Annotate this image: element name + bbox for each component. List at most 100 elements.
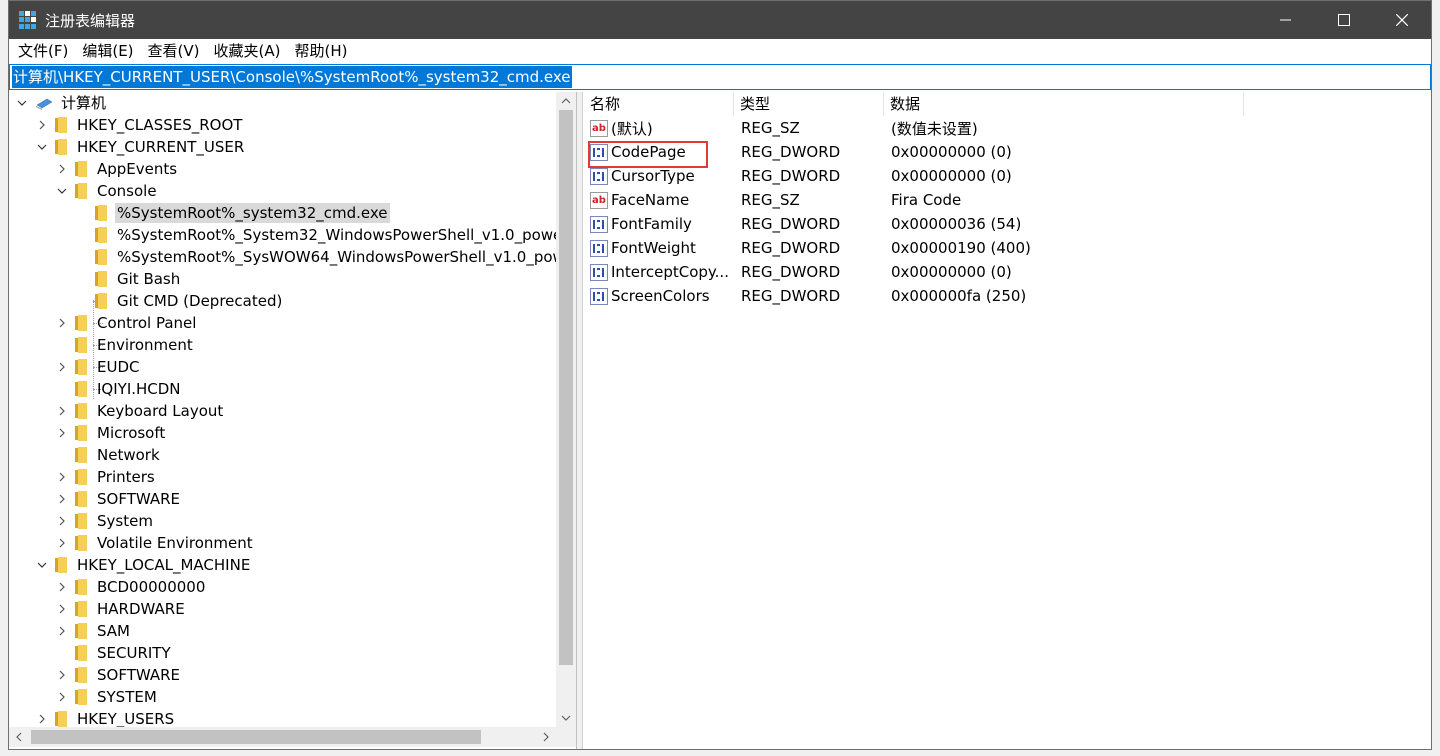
- tree-node-software-hklm[interactable]: SOFTWARE: [55, 664, 182, 686]
- tree-node-hklm[interactable]: HKEY_LOCAL_MACHINE: [35, 554, 252, 576]
- chevron-right-icon[interactable]: [55, 400, 69, 422]
- tree-node-powershell-system32[interactable]: %SystemRoot%_System32_WindowsPowerShell_…: [95, 224, 556, 246]
- binary-value-icon: [590, 215, 608, 233]
- chevron-right-icon[interactable]: [55, 664, 69, 686]
- tree-node-hkcu[interactable]: HKEY_CURRENT_USER: [35, 136, 246, 158]
- chevron-right-icon[interactable]: [35, 708, 49, 727]
- tree-node-system-hkcu[interactable]: System: [55, 510, 155, 532]
- folder-icon: [75, 623, 87, 639]
- tree-node-console[interactable]: Console: [55, 180, 159, 202]
- tree-node-microsoft[interactable]: Microsoft: [55, 422, 167, 444]
- value-type: REG_DWORD: [741, 215, 841, 233]
- folder-icon: [75, 337, 87, 353]
- tree-node-hardware[interactable]: HARDWARE: [55, 598, 187, 620]
- value-row-default[interactable]: ab (默认) REG_SZ (数值未设置): [584, 116, 1431, 140]
- tree-node-network[interactable]: Network: [75, 444, 162, 466]
- value-type: REG_SZ: [741, 119, 800, 137]
- scroll-up-icon[interactable]: [556, 92, 576, 110]
- tree-node-git-bash[interactable]: Git Bash: [95, 268, 182, 290]
- tree-node-hkcr[interactable]: HKEY_CLASSES_ROOT: [35, 114, 244, 136]
- address-path[interactable]: 计算机\HKEY_CURRENT_USER\Console\%SystemRoo…: [12, 66, 572, 88]
- tree-node-bcd[interactable]: BCD00000000: [55, 576, 207, 598]
- pane-splitter[interactable]: [577, 92, 583, 749]
- tree-node-system-hklm[interactable]: SYSTEM: [55, 686, 159, 708]
- tree-node-hku[interactable]: HKEY_USERS: [35, 708, 176, 727]
- tree-node-software-hkcu[interactable]: SOFTWARE: [55, 488, 182, 510]
- menu-favorites[interactable]: 收藏夹(A): [207, 39, 288, 63]
- tree-node-cmd-exe[interactable]: %SystemRoot%_system32_cmd.exe: [95, 202, 390, 224]
- chevron-right-icon[interactable]: [55, 510, 69, 532]
- scroll-right-icon[interactable]: [536, 727, 556, 747]
- tree-node-powershell-syswow64[interactable]: %SystemRoot%_SysWOW64_WindowsPowerShell_…: [95, 246, 556, 268]
- vertical-scroll-thumb[interactable]: [559, 110, 573, 665]
- window-title: 注册表编辑器: [45, 11, 136, 30]
- chevron-down-icon[interactable]: [35, 136, 49, 158]
- column-header-type[interactable]: 类型: [734, 92, 884, 116]
- value-name: FontWeight: [611, 239, 696, 257]
- chevron-right-icon[interactable]: [55, 598, 69, 620]
- tree-node-eudc[interactable]: EUDC: [55, 356, 141, 378]
- chevron-down-icon[interactable]: [35, 554, 49, 576]
- folder-icon: [75, 161, 87, 177]
- chevron-right-icon[interactable]: [55, 158, 69, 180]
- chevron-right-icon[interactable]: [55, 620, 69, 642]
- folder-icon: [75, 645, 87, 661]
- value-row-cursortype[interactable]: CursorType REG_DWORD 0x00000000 (0): [584, 164, 1431, 188]
- menu-help[interactable]: 帮助(H): [287, 39, 354, 63]
- value-type: REG_SZ: [741, 191, 800, 209]
- tree-node-keyboard-layout[interactable]: Keyboard Layout: [55, 400, 225, 422]
- folder-icon: [75, 689, 87, 705]
- address-bar[interactable]: 计算机\HKEY_CURRENT_USER\Console\%SystemRoo…: [9, 64, 1431, 90]
- scroll-down-icon[interactable]: [556, 709, 576, 727]
- tree-horizontal-scrollbar[interactable]: [9, 727, 556, 747]
- tree-node-environment[interactable]: Environment: [75, 334, 195, 356]
- column-header-data[interactable]: 数据: [884, 92, 1244, 116]
- chevron-right-icon[interactable]: [35, 114, 49, 136]
- menu-file[interactable]: 文件(F): [11, 39, 75, 63]
- value-row-screencolors[interactable]: ScreenColors REG_DWORD 0x000000fa (250): [584, 284, 1431, 308]
- tree-node-sam[interactable]: SAM: [55, 620, 132, 642]
- value-row-facename[interactable]: ab FaceName REG_SZ Fira Code: [584, 188, 1431, 212]
- chevron-down-icon[interactable]: [15, 92, 29, 114]
- value-row-fontfamily[interactable]: FontFamily REG_DWORD 0x00000036 (54): [584, 212, 1431, 236]
- horizontal-scroll-thumb[interactable]: [31, 730, 481, 744]
- chevron-right-icon[interactable]: [55, 488, 69, 510]
- value-data: 0x00000000 (0): [891, 167, 1012, 185]
- value-data: 0x00000000 (0): [891, 143, 1012, 161]
- maximize-button[interactable]: [1315, 1, 1373, 39]
- chevron-right-icon[interactable]: [55, 686, 69, 708]
- chevron-right-icon[interactable]: [55, 312, 69, 334]
- tree-node-git-cmd[interactable]: Git CMD (Deprecated): [95, 290, 284, 312]
- value-row-fontweight[interactable]: FontWeight REG_DWORD 0x00000190 (400): [584, 236, 1431, 260]
- close-icon: [1396, 14, 1408, 26]
- value-row-codepage[interactable]: CodePage REG_DWORD 0x00000000 (0): [584, 140, 1431, 168]
- chevron-right-icon[interactable]: [55, 576, 69, 598]
- column-header-name[interactable]: 名称: [584, 92, 734, 116]
- value-row-interceptcopy[interactable]: InterceptCopy... REG_DWORD 0x00000000 (0…: [584, 260, 1431, 284]
- tree-node-control-panel[interactable]: Control Panel: [55, 312, 198, 334]
- menu-bar: 文件(F) 编辑(E) 查看(V) 收藏夹(A) 帮助(H): [9, 39, 1431, 63]
- value-data: Fira Code: [891, 191, 962, 209]
- folder-icon: [75, 667, 87, 683]
- value-data: 0x00000000 (0): [891, 263, 1012, 281]
- tree-node-appevents[interactable]: AppEvents: [55, 158, 179, 180]
- tree-node-volatile-environment[interactable]: Volatile Environment: [55, 532, 255, 554]
- string-value-icon: ab: [590, 191, 608, 209]
- chevron-down-icon[interactable]: [55, 180, 69, 202]
- key-tree: 计算机 HKEY_CLASSES_ROOT HKEY_CURRENT_USER …: [9, 92, 556, 727]
- chevron-right-icon[interactable]: [55, 532, 69, 554]
- chevron-right-icon[interactable]: [55, 356, 69, 378]
- tree-vertical-scrollbar[interactable]: [556, 92, 576, 727]
- tree-node-printers[interactable]: Printers: [55, 466, 157, 488]
- chevron-right-icon[interactable]: [55, 422, 69, 444]
- menu-edit[interactable]: 编辑(E): [75, 39, 140, 63]
- tree-node-security[interactable]: SECURITY: [75, 642, 173, 664]
- folder-icon: [75, 183, 87, 199]
- minimize-button[interactable]: [1257, 1, 1315, 39]
- tree-node-iqiyi[interactable]: IQIYI.HCDN: [75, 378, 183, 400]
- scroll-left-icon[interactable]: [9, 727, 29, 747]
- chevron-right-icon[interactable]: [55, 466, 69, 488]
- tree-node-computer[interactable]: 计算机: [15, 92, 108, 114]
- menu-view[interactable]: 查看(V): [141, 39, 207, 63]
- close-button[interactable]: [1373, 1, 1431, 39]
